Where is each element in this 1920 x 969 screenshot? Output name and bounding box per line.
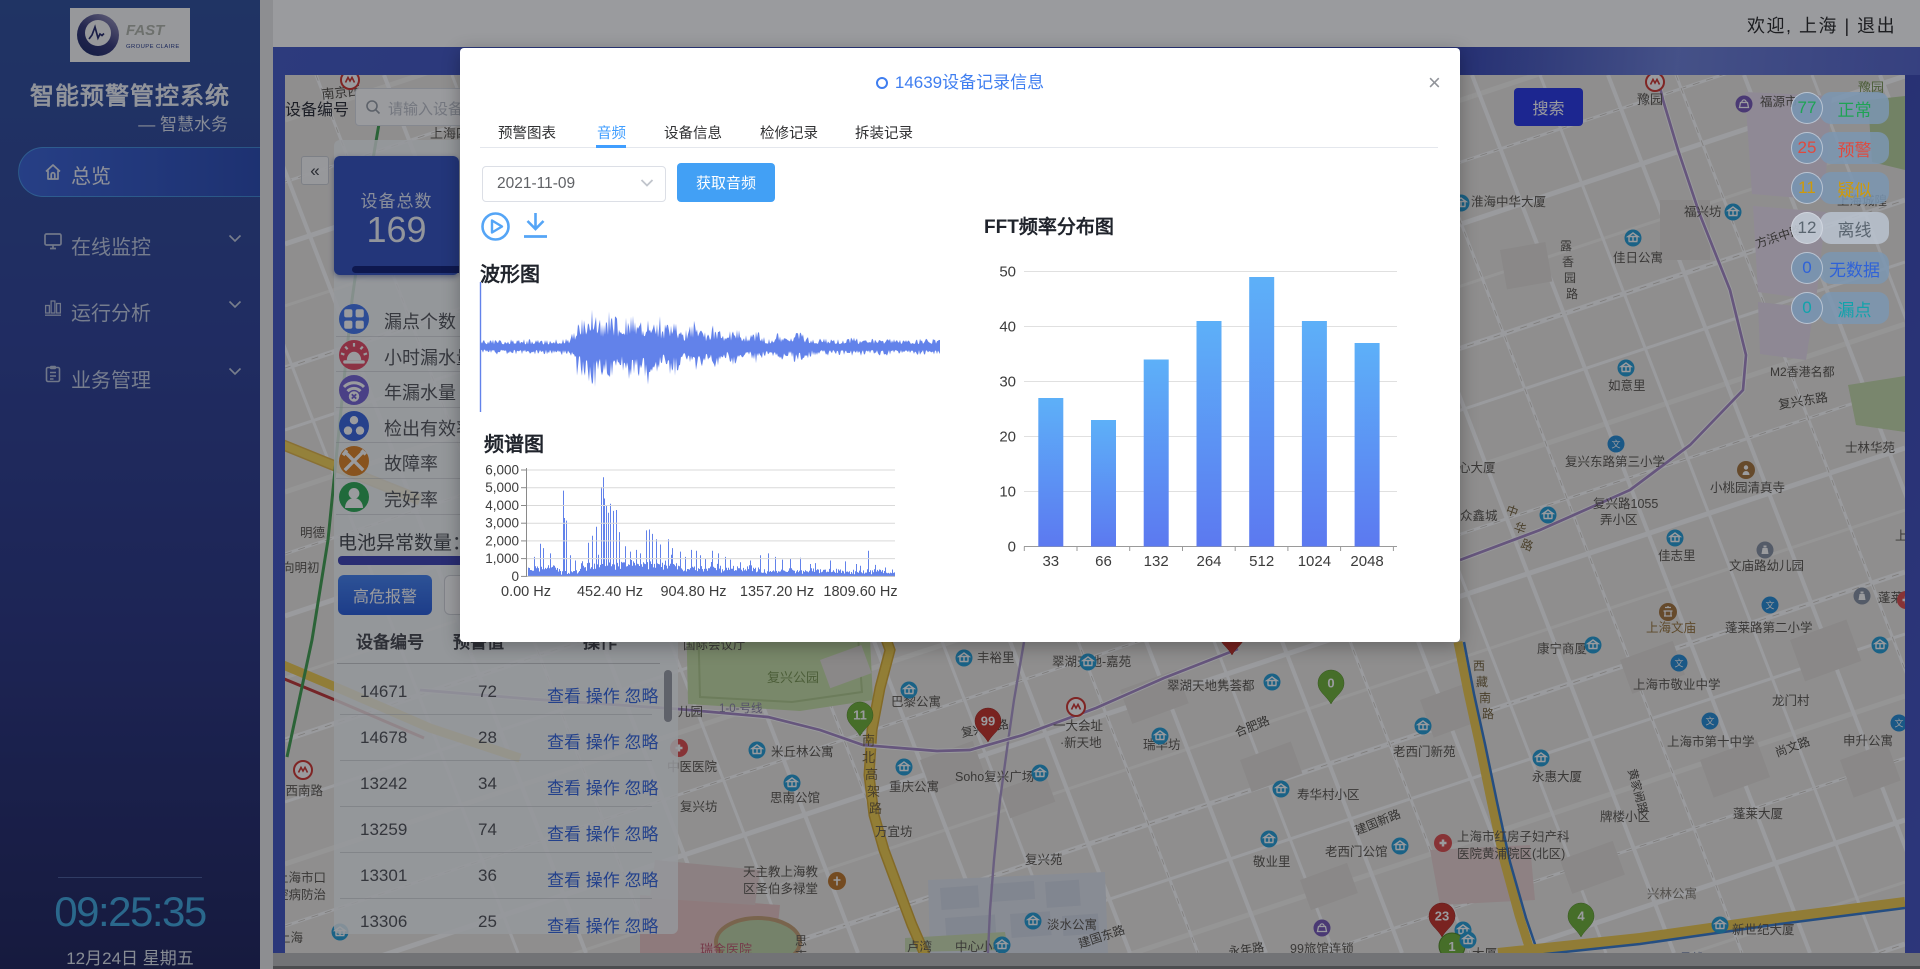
svg-text:50: 50	[999, 264, 1016, 281]
svg-text:1024: 1024	[1298, 553, 1331, 570]
svg-text:0: 0	[1008, 539, 1016, 556]
svg-text:132: 132	[1144, 553, 1169, 570]
svg-text:30: 30	[999, 374, 1016, 391]
svg-text:452.40 Hz: 452.40 Hz	[577, 584, 643, 600]
svg-text:10: 10	[999, 484, 1016, 501]
svg-text:40: 40	[999, 319, 1016, 336]
svg-text:频谱图: 频谱图	[484, 432, 544, 456]
svg-text:33: 33	[1042, 553, 1059, 570]
svg-text:4,000: 4,000	[485, 498, 519, 513]
svg-text:512: 512	[1249, 553, 1274, 570]
svg-text:1809.60 Hz: 1809.60 Hz	[823, 584, 897, 600]
svg-text:0: 0	[511, 569, 519, 584]
svg-text:20: 20	[999, 429, 1016, 446]
svg-text:1,000: 1,000	[485, 551, 519, 566]
svg-text:2,000: 2,000	[485, 533, 519, 548]
svg-text:66: 66	[1095, 553, 1112, 570]
svg-text:1357.20 Hz: 1357.20 Hz	[740, 584, 814, 600]
svg-text:5,000: 5,000	[485, 480, 519, 495]
svg-text:2048: 2048	[1350, 553, 1383, 570]
svg-text:904.80 Hz: 904.80 Hz	[660, 584, 726, 600]
svg-text:3,000: 3,000	[485, 516, 519, 531]
svg-text:6,000: 6,000	[485, 463, 519, 478]
svg-text:0.00 Hz: 0.00 Hz	[501, 584, 551, 600]
svg-text:264: 264	[1196, 553, 1221, 570]
